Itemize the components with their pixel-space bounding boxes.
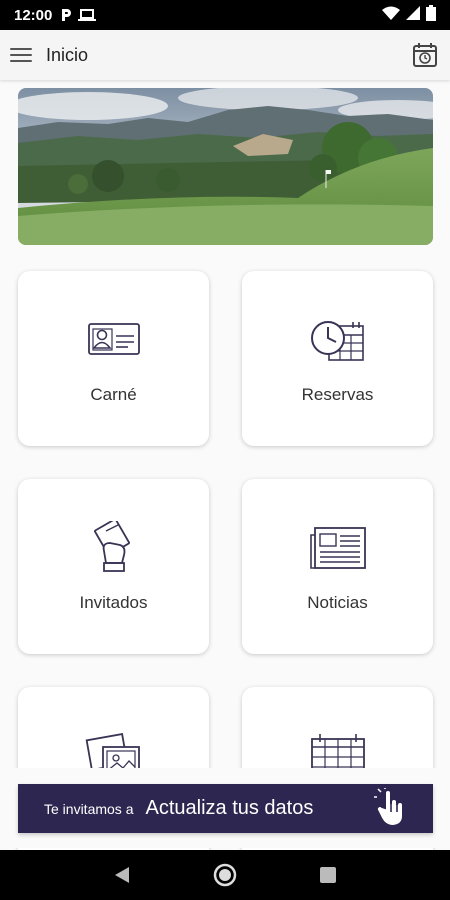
parking-icon [60,8,72,22]
hamburger-menu-icon[interactable] [10,42,36,68]
laptop-icon [78,8,97,22]
tile-label: Reservas [301,385,374,404]
banner-golf-course-image [18,88,433,245]
signal-icon [406,5,420,25]
promo-big-text: Actualiza tus datos [145,797,314,819]
back-icon[interactable] [102,855,142,895]
promo-small-text: Te invitamos a [44,800,134,817]
system-nav-bar [0,850,450,900]
battery-icon [426,4,436,26]
home-icon[interactable] [205,855,245,895]
app-bar: Inicio [0,30,450,80]
wifi-icon [382,6,400,25]
tile-label: Carné [90,385,137,404]
calendar-clock-icon[interactable] [410,40,440,70]
clock-calendar-icon [309,315,367,365]
tile-reservas[interactable]: Reservas [242,271,433,446]
tile-invitados[interactable]: Invitados [18,479,209,654]
status-bar: 12:00 [0,0,450,30]
status-time: 12:00 [14,6,53,24]
tile-label: Invitados [79,593,148,612]
tile-noticias[interactable]: Noticias [242,479,433,654]
id-card-icon [87,315,140,365]
tile-carne[interactable]: Carné [18,271,209,446]
newspaper-icon [309,523,366,573]
guest-pass-icon [92,521,136,573]
page-title: Inicio [46,44,89,65]
recents-icon[interactable] [308,855,348,895]
tile-label: Noticias [307,593,368,612]
update-data-banner[interactable]: Te invitamos a Actualiza tus datos [18,784,433,833]
pointing-hand-icon [373,787,409,833]
